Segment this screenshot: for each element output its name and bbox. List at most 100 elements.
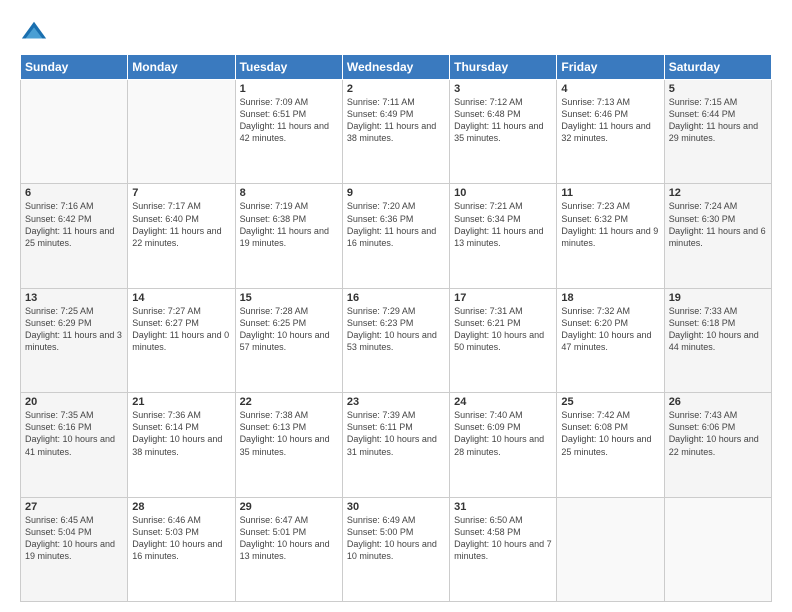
calendar-cell: 17Sunrise: 7:31 AM Sunset: 6:21 PM Dayli…: [450, 288, 557, 392]
calendar-cell: 13Sunrise: 7:25 AM Sunset: 6:29 PM Dayli…: [21, 288, 128, 392]
calendar-cell: 1Sunrise: 7:09 AM Sunset: 6:51 PM Daylig…: [235, 80, 342, 184]
day-number: 24: [454, 396, 552, 408]
calendar-cell: 3Sunrise: 7:12 AM Sunset: 6:48 PM Daylig…: [450, 80, 557, 184]
day-info: Sunrise: 7:40 AM Sunset: 6:09 PM Dayligh…: [454, 409, 552, 458]
weekday-header-saturday: Saturday: [664, 55, 771, 80]
calendar-cell: 11Sunrise: 7:23 AM Sunset: 6:32 PM Dayli…: [557, 184, 664, 288]
day-info: Sunrise: 7:31 AM Sunset: 6:21 PM Dayligh…: [454, 305, 552, 354]
day-number: 22: [240, 396, 338, 408]
day-number: 31: [454, 501, 552, 513]
day-number: 1: [240, 83, 338, 95]
day-number: 23: [347, 396, 445, 408]
day-info: Sunrise: 7:35 AM Sunset: 6:16 PM Dayligh…: [25, 409, 123, 458]
day-number: 10: [454, 187, 552, 199]
day-info: Sunrise: 6:49 AM Sunset: 5:00 PM Dayligh…: [347, 514, 445, 563]
weekday-header-wednesday: Wednesday: [342, 55, 449, 80]
day-info: Sunrise: 7:25 AM Sunset: 6:29 PM Dayligh…: [25, 305, 123, 354]
calendar-table: SundayMondayTuesdayWednesdayThursdayFrid…: [20, 54, 772, 602]
day-number: 11: [561, 187, 659, 199]
day-number: 3: [454, 83, 552, 95]
day-info: Sunrise: 7:27 AM Sunset: 6:27 PM Dayligh…: [132, 305, 230, 354]
day-number: 13: [25, 292, 123, 304]
day-info: Sunrise: 7:09 AM Sunset: 6:51 PM Dayligh…: [240, 96, 338, 145]
calendar-cell: [664, 497, 771, 601]
weekday-header-friday: Friday: [557, 55, 664, 80]
calendar-cell: 2Sunrise: 7:11 AM Sunset: 6:49 PM Daylig…: [342, 80, 449, 184]
day-number: 19: [669, 292, 767, 304]
calendar-cell: 30Sunrise: 6:49 AM Sunset: 5:00 PM Dayli…: [342, 497, 449, 601]
calendar-cell: 21Sunrise: 7:36 AM Sunset: 6:14 PM Dayli…: [128, 393, 235, 497]
calendar-week-1: 6Sunrise: 7:16 AM Sunset: 6:42 PM Daylig…: [21, 184, 772, 288]
calendar-cell: 27Sunrise: 6:45 AM Sunset: 5:04 PM Dayli…: [21, 497, 128, 601]
day-number: 26: [669, 396, 767, 408]
day-number: 21: [132, 396, 230, 408]
day-number: 4: [561, 83, 659, 95]
day-number: 2: [347, 83, 445, 95]
calendar-cell: [128, 80, 235, 184]
calendar-cell: 10Sunrise: 7:21 AM Sunset: 6:34 PM Dayli…: [450, 184, 557, 288]
page: SundayMondayTuesdayWednesdayThursdayFrid…: [0, 0, 792, 612]
logo: [20, 18, 50, 46]
calendar-week-3: 20Sunrise: 7:35 AM Sunset: 6:16 PM Dayli…: [21, 393, 772, 497]
day-info: Sunrise: 6:47 AM Sunset: 5:01 PM Dayligh…: [240, 514, 338, 563]
day-number: 16: [347, 292, 445, 304]
day-number: 7: [132, 187, 230, 199]
day-info: Sunrise: 7:43 AM Sunset: 6:06 PM Dayligh…: [669, 409, 767, 458]
day-info: Sunrise: 7:33 AM Sunset: 6:18 PM Dayligh…: [669, 305, 767, 354]
calendar-cell: 14Sunrise: 7:27 AM Sunset: 6:27 PM Dayli…: [128, 288, 235, 392]
calendar-cell: 31Sunrise: 6:50 AM Sunset: 4:58 PM Dayli…: [450, 497, 557, 601]
calendar-cell: 26Sunrise: 7:43 AM Sunset: 6:06 PM Dayli…: [664, 393, 771, 497]
day-number: 6: [25, 187, 123, 199]
day-info: Sunrise: 7:42 AM Sunset: 6:08 PM Dayligh…: [561, 409, 659, 458]
day-number: 20: [25, 396, 123, 408]
calendar-cell: 29Sunrise: 6:47 AM Sunset: 5:01 PM Dayli…: [235, 497, 342, 601]
calendar-cell: 22Sunrise: 7:38 AM Sunset: 6:13 PM Dayli…: [235, 393, 342, 497]
calendar-cell: [557, 497, 664, 601]
day-info: Sunrise: 7:28 AM Sunset: 6:25 PM Dayligh…: [240, 305, 338, 354]
day-number: 5: [669, 83, 767, 95]
calendar-cell: [21, 80, 128, 184]
calendar-cell: 6Sunrise: 7:16 AM Sunset: 6:42 PM Daylig…: [21, 184, 128, 288]
day-info: Sunrise: 7:13 AM Sunset: 6:46 PM Dayligh…: [561, 96, 659, 145]
calendar-week-2: 13Sunrise: 7:25 AM Sunset: 6:29 PM Dayli…: [21, 288, 772, 392]
calendar-cell: 12Sunrise: 7:24 AM Sunset: 6:30 PM Dayli…: [664, 184, 771, 288]
day-info: Sunrise: 7:29 AM Sunset: 6:23 PM Dayligh…: [347, 305, 445, 354]
day-info: Sunrise: 6:50 AM Sunset: 4:58 PM Dayligh…: [454, 514, 552, 563]
logo-icon: [20, 18, 48, 46]
calendar-cell: 15Sunrise: 7:28 AM Sunset: 6:25 PM Dayli…: [235, 288, 342, 392]
day-number: 8: [240, 187, 338, 199]
day-number: 12: [669, 187, 767, 199]
weekday-header-monday: Monday: [128, 55, 235, 80]
day-number: 29: [240, 501, 338, 513]
calendar-cell: 24Sunrise: 7:40 AM Sunset: 6:09 PM Dayli…: [450, 393, 557, 497]
day-number: 17: [454, 292, 552, 304]
calendar-cell: 8Sunrise: 7:19 AM Sunset: 6:38 PM Daylig…: [235, 184, 342, 288]
day-number: 28: [132, 501, 230, 513]
day-info: Sunrise: 7:23 AM Sunset: 6:32 PM Dayligh…: [561, 200, 659, 249]
weekday-header-thursday: Thursday: [450, 55, 557, 80]
calendar-cell: 20Sunrise: 7:35 AM Sunset: 6:16 PM Dayli…: [21, 393, 128, 497]
day-info: Sunrise: 7:17 AM Sunset: 6:40 PM Dayligh…: [132, 200, 230, 249]
day-number: 14: [132, 292, 230, 304]
day-info: Sunrise: 7:11 AM Sunset: 6:49 PM Dayligh…: [347, 96, 445, 145]
calendar-header-row: SundayMondayTuesdayWednesdayThursdayFrid…: [21, 55, 772, 80]
calendar-cell: 7Sunrise: 7:17 AM Sunset: 6:40 PM Daylig…: [128, 184, 235, 288]
calendar-cell: 23Sunrise: 7:39 AM Sunset: 6:11 PM Dayli…: [342, 393, 449, 497]
day-number: 25: [561, 396, 659, 408]
day-info: Sunrise: 7:20 AM Sunset: 6:36 PM Dayligh…: [347, 200, 445, 249]
day-info: Sunrise: 7:19 AM Sunset: 6:38 PM Dayligh…: [240, 200, 338, 249]
calendar-cell: 5Sunrise: 7:15 AM Sunset: 6:44 PM Daylig…: [664, 80, 771, 184]
day-info: Sunrise: 7:38 AM Sunset: 6:13 PM Dayligh…: [240, 409, 338, 458]
day-info: Sunrise: 7:12 AM Sunset: 6:48 PM Dayligh…: [454, 96, 552, 145]
day-info: Sunrise: 7:16 AM Sunset: 6:42 PM Dayligh…: [25, 200, 123, 249]
calendar-cell: 28Sunrise: 6:46 AM Sunset: 5:03 PM Dayli…: [128, 497, 235, 601]
day-info: Sunrise: 6:45 AM Sunset: 5:04 PM Dayligh…: [25, 514, 123, 563]
day-number: 9: [347, 187, 445, 199]
header: [20, 18, 772, 46]
day-info: Sunrise: 6:46 AM Sunset: 5:03 PM Dayligh…: [132, 514, 230, 563]
calendar-cell: 19Sunrise: 7:33 AM Sunset: 6:18 PM Dayli…: [664, 288, 771, 392]
day-info: Sunrise: 7:39 AM Sunset: 6:11 PM Dayligh…: [347, 409, 445, 458]
day-info: Sunrise: 7:15 AM Sunset: 6:44 PM Dayligh…: [669, 96, 767, 145]
day-number: 18: [561, 292, 659, 304]
day-number: 30: [347, 501, 445, 513]
